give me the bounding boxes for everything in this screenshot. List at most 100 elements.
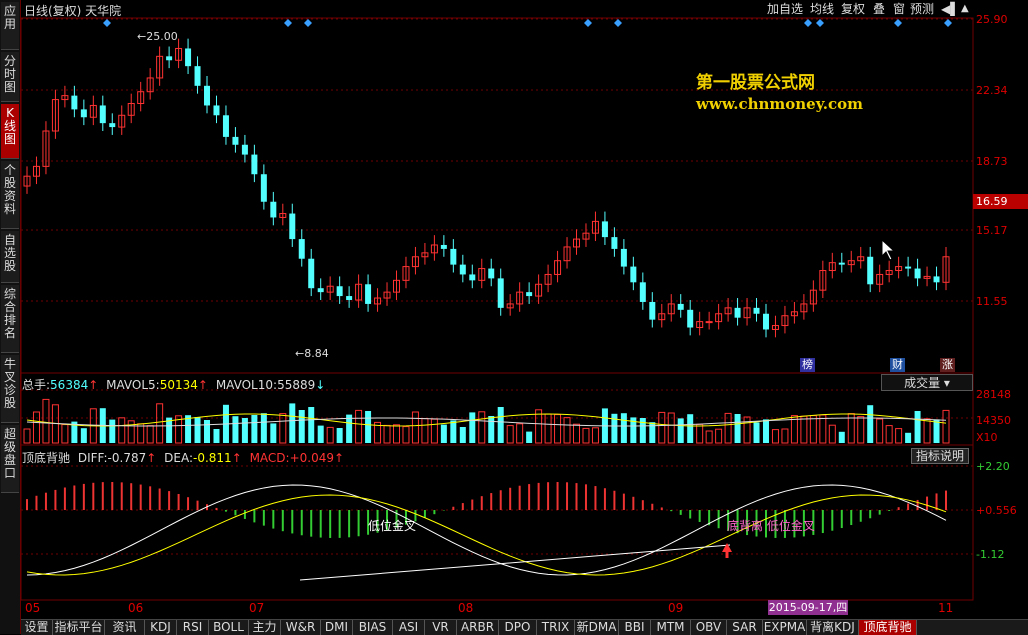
mouse-cursor-icon [881,238,896,261]
high-value: 25.00 [146,30,178,43]
candle-down [649,301,656,320]
volume-bar [526,431,533,443]
volume-bar [32,411,40,444]
candle-down [80,109,87,118]
volume-bar [724,412,732,444]
date-label: 06 [128,601,144,615]
dea-value: -0.811 [193,451,232,465]
watermark-title: 第一股票公式网 [696,73,815,93]
volume-bar [42,398,50,444]
volume-bar [336,428,343,443]
volume-bar [591,427,599,444]
candle-down [687,309,694,328]
volume-bar [715,428,723,444]
volume-bar [308,407,315,443]
tab-15[interactable]: 新DMA [575,620,619,635]
tab-2[interactable]: 资讯 [105,620,145,635]
signal-golden-cross: 低位金叉 [368,519,417,533]
tab-13[interactable]: DPO [499,620,537,635]
candle-down [194,66,201,86]
finance-badge[interactable]: 财 [890,358,905,372]
volume-bar [753,422,760,443]
price-axis-label: 18.73 [976,155,1008,168]
candle-down [251,154,258,175]
candle-down [469,274,476,281]
candle-down [232,136,239,145]
tab-19[interactable]: SAR [727,620,763,635]
tab-22[interactable]: 顶底背驰 [859,620,917,635]
volume-bar [459,427,466,443]
rank-badge[interactable]: 榜 [800,358,815,372]
volume-bar [80,428,87,443]
tab-18[interactable]: OBV [691,620,727,635]
volume-bar [469,412,476,443]
volume-bar [876,418,884,444]
indicator-description-button[interactable]: 指标说明 [911,448,969,464]
candle-down [365,284,372,304]
candle-down [336,286,343,297]
tab-11[interactable]: VR [425,620,457,635]
indicator-select[interactable]: 成交量 ▾ [881,374,973,391]
date-label: 09 [668,601,684,615]
volume-bar [771,429,779,444]
volume-bar [411,411,419,444]
volume-bar [677,418,684,443]
macd-axis-label: +2.20 [976,460,1010,473]
tab-17[interactable]: MTM [651,620,691,635]
volume-bar [506,425,514,444]
candle-down [639,282,646,302]
tab-6[interactable]: 主力 [249,620,281,635]
volume-bar [743,416,751,444]
high-annotation: ←25.00 [137,30,178,43]
low-annotation: ←8.84 [295,347,329,360]
tab-20[interactable]: EXPMA [763,620,807,635]
candle-down [213,105,220,116]
price-axis-label: 11.55 [976,295,1008,308]
volume-bar [544,413,552,444]
macd-info: 顶底背驰 DIFF:-0.787↑ DEA:-0.811↑ MACD:+0.04… [22,451,345,465]
tab-21[interactable]: 背离KDJ [807,620,859,635]
tab-12[interactable]: ARBR [457,620,499,635]
tab-7[interactable]: W&R [281,620,321,635]
price-axis-label: 22.34 [976,84,1008,97]
volume-bar [251,415,258,443]
rise-badge[interactable]: 涨 [940,358,955,372]
price-axis-label: 25.90 [976,13,1008,26]
event-marker-icon [304,19,312,27]
tab-1[interactable]: 指标平台 [53,620,105,635]
candle-down [99,105,106,124]
volume-bar [402,426,410,444]
watermark-url: www.chnmoney.com [696,95,863,113]
volume-bar [582,427,590,444]
volume-bar [127,420,135,444]
date-label: 08 [458,601,474,615]
candle-down [488,268,495,279]
volume-bar [573,423,581,444]
up-arrow-icon [722,543,732,552]
tab-0[interactable]: 设置 [21,620,53,635]
volume-bar [365,411,372,443]
tab-9[interactable]: BIAS [353,620,393,635]
candle-down [71,95,78,110]
tab-16[interactable]: BBI [619,620,651,635]
candle-down [734,307,741,318]
tab-4[interactable]: RSI [177,620,209,635]
tab-10[interactable]: ASI [393,620,425,635]
price-panel [20,17,974,374]
volume-bar [942,409,950,444]
tab-8[interactable]: DMI [321,620,353,635]
event-marker-icon [816,19,824,27]
tab-3[interactable]: KDJ [145,620,177,635]
volume-bar [109,419,116,443]
date-label: 11 [938,601,954,615]
volume-bar [535,409,543,444]
date-label: 07 [249,601,265,615]
event-marker-icon [614,19,622,27]
event-marker-icon [103,19,111,27]
volume-bar [430,418,438,444]
kline-chart[interactable] [0,0,1028,634]
volume-bar [734,414,741,443]
tab-5[interactable]: BOLL [209,620,249,635]
price-axis-label: 15.17 [976,224,1008,237]
tab-14[interactable]: TRIX [537,620,575,635]
